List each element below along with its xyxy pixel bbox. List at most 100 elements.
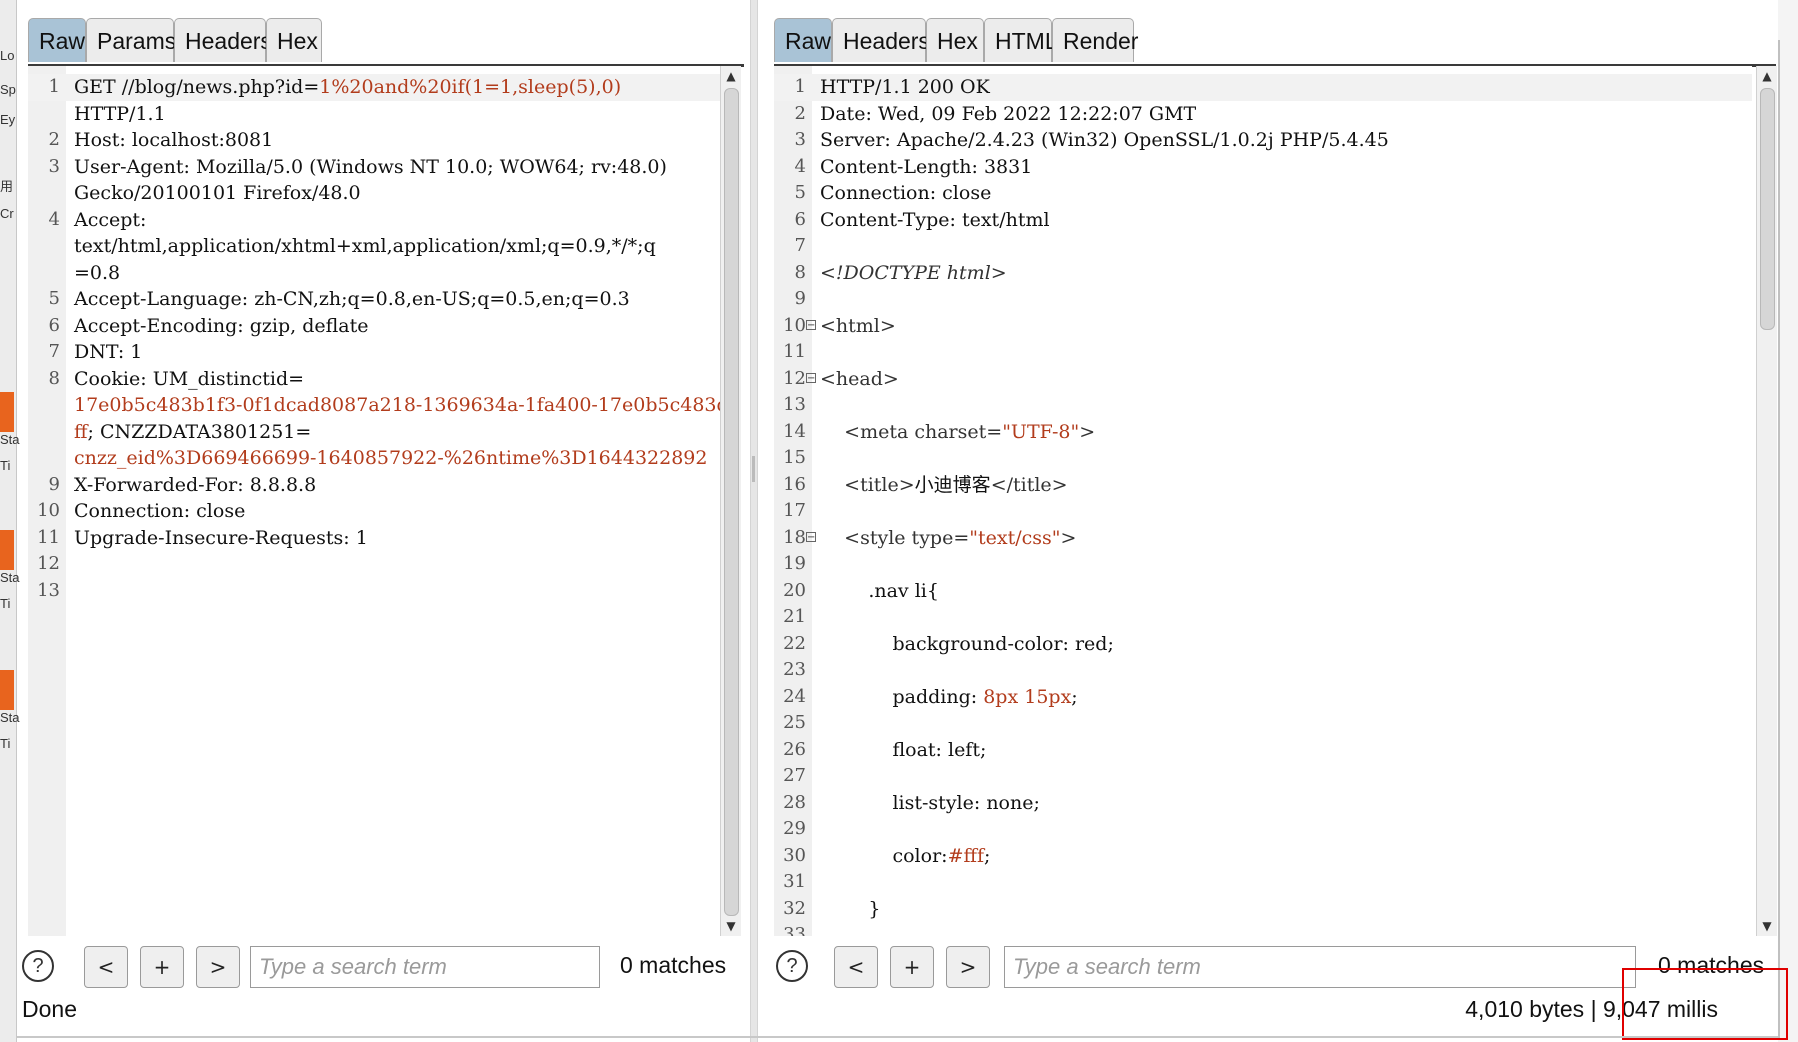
code-token: 小迪博客 <box>914 473 991 496</box>
scroll-up-icon[interactable]: ▲ <box>721 66 741 86</box>
code-token: <head> <box>820 367 899 390</box>
code-token: Gecko/20100101 Firefox/48.0 <box>74 182 361 204</box>
search-add-button[interactable]: + <box>890 946 934 988</box>
response-tab-headers[interactable]: Headers <box>832 18 930 62</box>
line-number: 13 <box>37 579 60 601</box>
request-code: 1 GET //blog/news.php?id=1%20and%20if(1=1… <box>28 74 720 604</box>
line-number: 2 <box>48 129 60 150</box>
code-line: 2 Date: Wed, 09 Feb 2022 12:22:07 GMT <box>774 101 1752 128</box>
response-editor[interactable]: 1 HTTP/1.1 200 OK 2 Date: Wed, 09 Feb 2022 … <box>774 66 1752 936</box>
code-token: <title> <box>820 473 915 496</box>
code-token: "text/css" <box>969 526 1061 549</box>
code-token: #fff <box>947 844 985 867</box>
line-number: 3 <box>48 155 60 177</box>
search-add-button[interactable]: + <box>140 946 184 988</box>
side-label: Sp <box>0 82 16 97</box>
code-line: 4 Content-Length: 3831 <box>774 154 1752 181</box>
response-tab-html[interactable]: HTML <box>984 18 1058 62</box>
request-tab-hex[interactable]: Hex <box>266 18 322 62</box>
code-line: Gecko/20100101 Firefox/48.0 <box>28 180 720 207</box>
line-number: 14 <box>783 420 806 442</box>
search-next-button[interactable]: > <box>196 946 240 988</box>
line-number: 12 <box>37 553 60 574</box>
code-token: =0.8 <box>74 261 121 284</box>
code-token: User-Agent: Mozilla/5.0 (Windows NT 10.0… <box>74 155 667 178</box>
code-line: 10 Connection: close <box>28 498 720 525</box>
code-line: 18− <style type="text/css"> <box>774 525 1752 552</box>
fold-toggle-icon[interactable]: − <box>806 372 816 383</box>
response-tab-raw[interactable]: Raw <box>774 18 832 62</box>
line-text: text/html,application/xhtml+xml,applicat… <box>74 233 656 260</box>
code-line: 2 Host: localhost:8081 <box>28 127 720 154</box>
response-scrollbar[interactable]: ▲ ▼ <box>1756 66 1777 936</box>
scroll-down-icon[interactable]: ▼ <box>1757 916 1777 936</box>
line-number: 10 <box>783 314 806 336</box>
pane-splitter[interactable] <box>750 0 758 1042</box>
request-tab-params[interactable]: Params <box>86 18 176 62</box>
code-line: 1 HTTP/1.1 200 OK <box>774 74 1752 101</box>
scroll-thumb[interactable] <box>1760 88 1775 330</box>
line-text: cnzz_eid%3D669466699-1640857922-%26ntime… <box>74 445 707 472</box>
code-line: 8 Cookie: UM_distinctid= <box>28 366 720 393</box>
code-token: Accept: <box>74 208 147 231</box>
request-tab-headers[interactable]: Headers <box>174 18 272 62</box>
code-token: ff <box>74 420 88 443</box>
scroll-thumb[interactable] <box>724 88 739 916</box>
line-text: User-Agent: Mozilla/5.0 (Windows NT 10.0… <box>74 154 667 181</box>
search-input[interactable] <box>250 946 600 988</box>
search-prev-button[interactable]: < <box>834 946 878 988</box>
code-token: Server: Apache/2.4.23 (Win32) OpenSSL/1.… <box>820 129 1389 151</box>
code-line: 21 <box>774 604 1752 631</box>
line-text: Connection: close <box>820 180 991 207</box>
search-next-button[interactable]: > <box>946 946 990 988</box>
code-line: 7 DNT: 1 <box>28 339 720 366</box>
help-icon[interactable]: ? <box>22 950 54 982</box>
side-label: Sta <box>0 432 20 447</box>
response-code: 1 HTTP/1.1 200 OK 2 Date: Wed, 09 Feb 2022 … <box>774 74 1752 936</box>
line-text: padding: 8px 15px; <box>820 684 1077 711</box>
line-number: 1 <box>794 76 806 97</box>
code-token: DNT: 1 <box>74 341 143 363</box>
line-text: <head> <box>820 366 899 393</box>
side-label: Ti <box>0 458 11 473</box>
code-token: HTTP/1.1 <box>74 102 166 125</box>
line-number: 32 <box>783 897 806 919</box>
scroll-down-icon[interactable]: ▼ <box>721 916 741 936</box>
line-text: color:#fff; <box>820 843 990 870</box>
search-input[interactable] <box>1004 946 1636 988</box>
request-editor[interactable]: 1 GET //blog/news.php?id=1%20and%20if(1=1… <box>28 66 720 936</box>
request-tab-raw[interactable]: Raw <box>28 18 86 62</box>
line-number: 33 <box>783 924 806 936</box>
code-token: "UTF-8" <box>1002 420 1080 443</box>
code-token: <meta charset= <box>820 420 1003 443</box>
help-icon[interactable]: ? <box>776 950 808 982</box>
scroll-up-icon[interactable]: ▲ <box>1757 66 1777 86</box>
line-number: 17 <box>783 500 806 521</box>
search-prev-button[interactable]: < <box>84 946 128 988</box>
line-number: 8 <box>48 367 60 389</box>
fold-toggle-icon[interactable]: − <box>806 531 816 542</box>
code-token: cnzz_eid%3D669466699-1640857922-%26ntime… <box>74 447 708 469</box>
line-text: list-style: none; <box>820 790 1039 817</box>
fold-toggle-icon[interactable]: − <box>806 319 816 330</box>
request-search-bar: ? < + > 0 matches <box>22 944 748 992</box>
side-marker <box>0 392 14 432</box>
code-token: Accept-Language: zh-CN,zh;q=0.8,en-US;q=… <box>74 288 630 310</box>
response-tab-hex[interactable]: Hex <box>926 18 984 62</box>
side-label: Lo <box>0 48 15 63</box>
line-number: 20 <box>783 579 806 601</box>
side-marker <box>0 530 14 570</box>
code-token: > <box>1079 420 1096 443</box>
line-text: 17e0b5c483b1f3-0f1dcad8087a218-1369634a-… <box>74 392 720 419</box>
line-number: 16 <box>783 473 806 495</box>
response-tab-bar: Raw Headers Hex HTML Render <box>774 18 1776 67</box>
code-token: } <box>820 897 881 920</box>
line-number: 26 <box>783 738 806 760</box>
line-number: 4 <box>794 155 806 177</box>
response-tab-render[interactable]: Render <box>1052 18 1138 62</box>
code-token: X-Forwarded-For: 8.8.8.8 <box>74 473 317 496</box>
request-scrollbar[interactable]: ▲ ▼ <box>720 66 741 936</box>
side-label: Ey <box>0 112 16 127</box>
line-text: <!DOCTYPE html> <box>820 260 1007 287</box>
line-text: Gecko/20100101 Firefox/48.0 <box>74 180 361 207</box>
